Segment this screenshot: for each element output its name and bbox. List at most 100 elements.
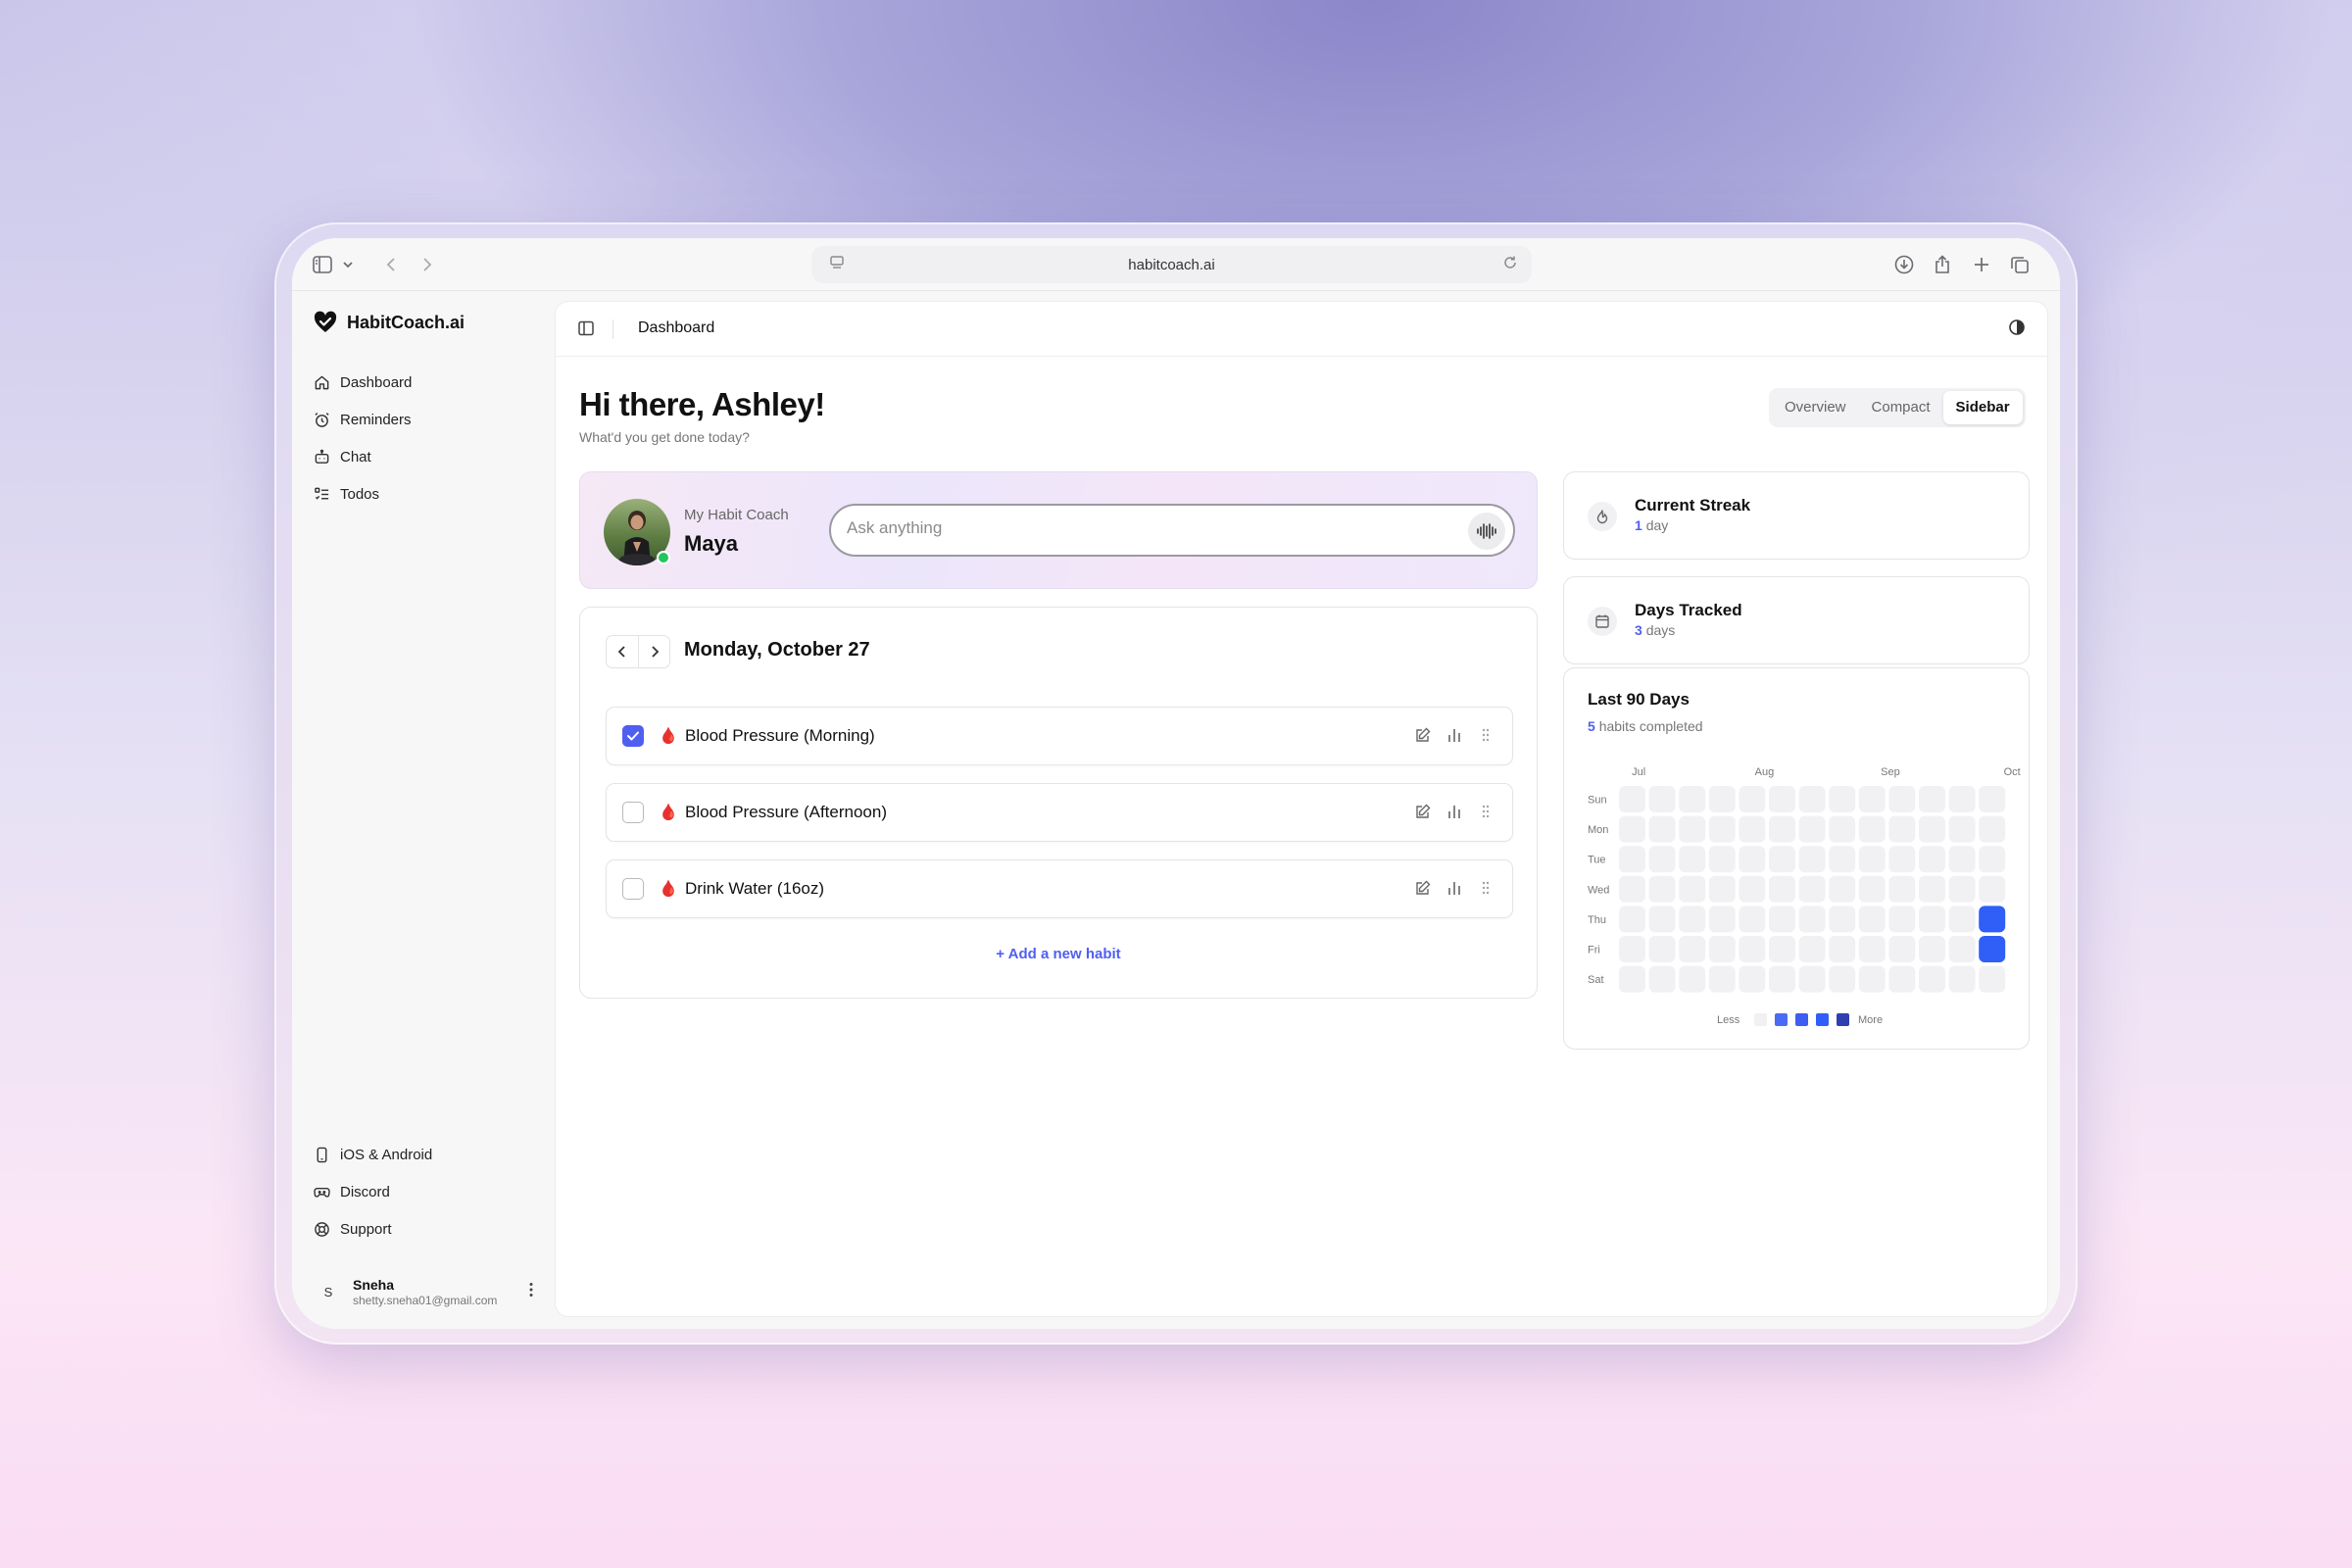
heatmap-cell[interactable] [1948,936,1976,962]
heatmap-cell[interactable] [1769,815,1795,843]
heatmap-cell[interactable] [1648,965,1676,993]
heatmap-cell[interactable] [1858,965,1886,993]
bar-chart-icon[interactable] [1446,879,1463,897]
previous-day-chevron-icon[interactable] [607,636,638,667]
heatmap-cell[interactable] [1619,875,1645,903]
sidebar-item-todos[interactable]: Todos [314,475,539,513]
bar-chart-icon[interactable] [1446,726,1463,744]
heatmap-cell[interactable] [1979,936,2006,962]
heatmap-cell[interactable] [1708,906,1736,933]
heatmap-cell[interactable] [1769,875,1795,903]
heatmap-cell[interactable] [1708,846,1736,873]
heatmap-cell[interactable] [1919,936,1945,962]
habit-row[interactable]: 🩸 Blood Pressure (Afternoon) [606,783,1513,842]
back-arrow-icon[interactable] [380,254,402,275]
heatmap-cell[interactable] [1798,936,1826,962]
heatmap-cell[interactable] [1739,875,1766,903]
view-sidebar-button[interactable]: Sidebar [1942,391,2023,424]
heatmap-cell[interactable] [1948,965,1976,993]
heatmap-cell[interactable] [1829,846,1856,873]
page-settings-icon[interactable] [829,255,845,274]
share-icon[interactable] [1932,254,1953,275]
heatmap-cell[interactable] [1769,965,1795,993]
heatmap-cell[interactable] [1798,965,1826,993]
edit-icon[interactable] [1414,726,1432,744]
view-compact-button[interactable]: Compact [1859,391,1943,424]
heatmap-cell[interactable] [1679,965,1706,993]
habit-row[interactable]: 🩸 Blood Pressure (Morning) [606,707,1513,765]
heatmap-cell[interactable] [1739,965,1766,993]
heatmap-cell[interactable] [1888,786,1916,812]
add-habit-button[interactable]: + Add a new habit [580,946,1537,962]
heatmap-cell[interactable] [1798,815,1826,843]
next-day-chevron-icon[interactable] [638,636,669,667]
heatmap-cell[interactable] [1979,846,2006,873]
tab-overview-icon[interactable] [2009,254,2031,275]
heatmap-cell[interactable] [1619,786,1645,812]
sidebar-item-reminders[interactable]: Reminders [314,401,539,438]
heatmap-cell[interactable] [1648,815,1676,843]
heatmap-cell[interactable] [1858,906,1886,933]
heatmap-cell[interactable] [1829,786,1856,812]
download-icon[interactable] [1893,254,1915,275]
heatmap-cell[interactable] [1679,906,1706,933]
heatmap-cell[interactable] [1829,965,1856,993]
heatmap-cell[interactable] [1948,846,1976,873]
heatmap-cell[interactable] [1708,936,1736,962]
heatmap-cell[interactable] [1739,815,1766,843]
heatmap-cell[interactable] [1708,875,1736,903]
sidebar-item-chat[interactable]: Chat [314,438,539,475]
heatmap-cell[interactable] [1769,846,1795,873]
heatmap-cell[interactable] [1648,906,1676,933]
heatmap-cell[interactable] [1739,936,1766,962]
heatmap-cell[interactable] [1829,906,1856,933]
reload-icon[interactable] [1502,255,1518,274]
heatmap-cell[interactable] [1708,815,1736,843]
drag-handle-icon[interactable] [1477,726,1494,744]
heatmap-cell[interactable] [1919,846,1945,873]
sidebar-toggle-icon[interactable] [312,254,333,275]
heatmap-cell[interactable] [1739,846,1766,873]
heatmap-cell[interactable] [1919,906,1945,933]
heatmap-cell[interactable] [1829,815,1856,843]
heatmap-cell[interactable] [1679,875,1706,903]
heatmap-cell[interactable] [1948,815,1976,843]
heatmap-cell[interactable] [1648,846,1676,873]
heatmap-cell[interactable] [1829,936,1856,962]
heatmap-cell[interactable] [1919,815,1945,843]
heatmap-cell[interactable] [1829,875,1856,903]
theme-toggle-icon[interactable] [2008,318,2026,341]
heatmap-cell[interactable] [1739,906,1766,933]
heatmap-cell[interactable] [1948,875,1976,903]
habit-checkbox[interactable] [622,802,644,823]
heatmap-cell[interactable] [1979,965,2006,993]
heatmap-cell[interactable] [1888,936,1916,962]
heatmap-cell[interactable] [1979,875,2006,903]
heatmap-cell[interactable] [1769,786,1795,812]
heatmap-cell[interactable] [1769,906,1795,933]
heatmap-cell[interactable] [1679,815,1706,843]
heatmap-cell[interactable] [1708,786,1736,812]
panel-toggle-icon[interactable] [577,319,595,342]
heatmap-cell[interactable] [1858,846,1886,873]
heatmap-cell[interactable] [1679,936,1706,962]
address-bar[interactable]: habitcoach.ai [811,246,1532,283]
edit-icon[interactable] [1414,803,1432,820]
habit-row[interactable]: 🩸 Drink Water (16oz) [606,859,1513,918]
heatmap-cell[interactable] [1919,965,1945,993]
heatmap-cell[interactable] [1888,875,1916,903]
heatmap-cell[interactable] [1858,815,1886,843]
heatmap-cell[interactable] [1979,906,2006,933]
view-overview-button[interactable]: Overview [1772,391,1859,424]
ask-input[interactable] [847,518,1435,538]
habit-checkbox[interactable] [622,878,644,900]
heatmap-cell[interactable] [1619,965,1645,993]
heatmap-cell[interactable] [1769,936,1795,962]
brand[interactable]: HabitCoach.ai [314,311,465,334]
sidebar-item-discord[interactable]: Discord [314,1173,539,1210]
heatmap-cell[interactable] [1619,846,1645,873]
heatmap-cell[interactable] [1888,846,1916,873]
heatmap-cell[interactable] [1798,846,1826,873]
sidebar-item-ios-android[interactable]: iOS & Android [314,1136,539,1173]
heatmap-cell[interactable] [1648,875,1676,903]
